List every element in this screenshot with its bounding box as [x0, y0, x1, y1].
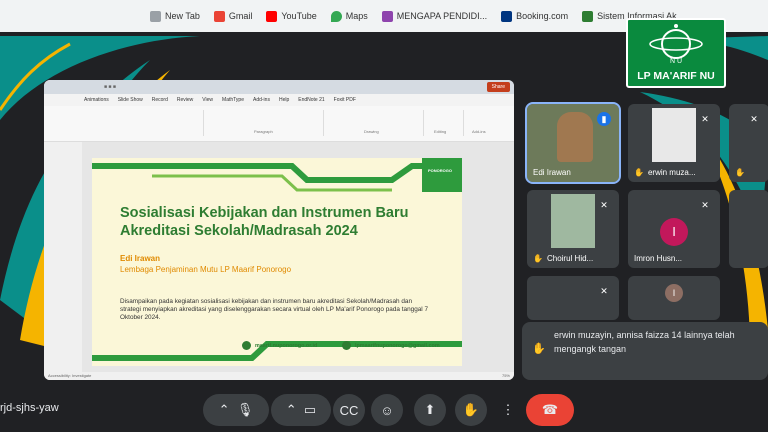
participant-name: Edi Irawan	[533, 168, 571, 177]
ribbon-group-font	[84, 110, 204, 136]
avatar: I	[665, 284, 683, 302]
participant-name: Imron Husn...	[634, 254, 683, 263]
hand-icon: ✋	[462, 402, 480, 417]
mic-off-icon: ✕	[701, 114, 709, 124]
tab-view[interactable]: View	[202, 97, 213, 103]
slide-title: Sosialisasi Kebijakan dan Instrumen Baru…	[120, 205, 409, 239]
current-slide: PONOROGO Sosialisasi Kebijakan dan Instr…	[92, 158, 462, 366]
participant-tile-edi[interactable]: ▮ Edi Irawan	[525, 102, 621, 184]
page-icon	[150, 10, 161, 22]
slide-description: Disampaikan pada kegiatan sosialisasi ke…	[120, 298, 429, 321]
mic-off-icon: ✕	[600, 286, 608, 296]
emoji-icon: ☺	[380, 402, 394, 418]
camera-button[interactable]: ⌃ ▭	[271, 394, 331, 426]
participant-name: ✋ Choirul Hid...	[533, 254, 594, 263]
tab-mathtype[interactable]: MathType	[222, 97, 244, 103]
microphone-button[interactable]: ⌃ 🎙	[203, 394, 269, 426]
bookmark-maps[interactable]: Maps	[330, 10, 368, 22]
raised-hand-icon: ✋	[634, 168, 644, 177]
site-icon	[381, 10, 393, 22]
camera-icon: ▭	[303, 402, 317, 417]
captions-icon: CC	[339, 402, 359, 418]
bookmark-youtube[interactable]: YouTube	[266, 10, 317, 22]
lp-maarif-nu-logo: N U LP MA'ARIF NU	[626, 18, 726, 88]
globe-icon	[242, 341, 251, 350]
mail-icon	[342, 341, 351, 350]
ribbon-group-editing: Editing	[424, 110, 464, 136]
gmail-icon	[213, 10, 225, 22]
participant-tile-choirul[interactable]: ✕ ✋ Choirul Hid...	[527, 190, 619, 268]
participant-tile-erwin[interactable]: ✕ ✋ erwin muza...	[628, 104, 720, 182]
more-vert-icon: ⋮	[501, 402, 515, 417]
mic-off-icon: ✕	[750, 114, 758, 124]
maps-icon	[330, 10, 342, 22]
brand-label: PONOROGO	[427, 168, 452, 173]
slide-thumbnails[interactable]	[44, 142, 82, 372]
slide-presenter: Edi Irawan	[120, 254, 161, 263]
tab-endnote[interactable]: EndNote 21	[298, 97, 324, 103]
participant-tile-6[interactable]	[729, 190, 768, 268]
site-icon	[582, 10, 594, 22]
mic-icon: 🎙	[236, 402, 254, 417]
participant-name: ✋ erwin muza...	[634, 168, 696, 177]
more-options-button[interactable]: ⋮	[496, 394, 520, 426]
phone-hangup-icon: ☎	[541, 402, 559, 417]
ribbon-group-paragraph: Paragraph	[204, 110, 324, 136]
raise-hand-button[interactable]: ✋	[455, 394, 487, 426]
bookmark-booking[interactable]: Booking.com	[501, 10, 568, 22]
chevron-up-icon: ⌃	[285, 402, 297, 417]
share-button[interactable]: Share	[486, 82, 510, 92]
participant-video	[652, 108, 696, 162]
participant-tile-7[interactable]: ✕	[527, 276, 619, 320]
ppt-statusbar: Accessibility: Investigate 75%	[44, 372, 514, 380]
present-button[interactable]: ⬆	[414, 394, 446, 426]
booking-icon	[501, 10, 513, 22]
bookmark-new-tab[interactable]: New Tab	[150, 10, 200, 22]
participant-tile-8[interactable]: I	[628, 276, 720, 320]
meeting-controls: rjd-sjhs-yaw ⌃ 🎙 ⌃ ▭ CC ☺ ⬆ ✋ ⋮ ☎	[0, 386, 768, 432]
ppt-ribbon-tabs: Animations Slide Show Record Review View…	[44, 94, 514, 106]
ribbon-group-add-ins: Add-ins	[472, 129, 486, 134]
ppt-ribbon: Paragraph Drawing Editing Add-ins	[44, 106, 514, 142]
tab-record[interactable]: Record	[152, 97, 168, 103]
participant-video	[551, 194, 595, 248]
tab-review[interactable]: Review	[177, 97, 193, 103]
participant-video	[557, 112, 593, 162]
tab-foxit[interactable]: Foxit PDF	[334, 97, 356, 103]
tab-help[interactable]: Help	[279, 97, 289, 103]
ppt-titlebar: ■ ■ ■	[44, 80, 514, 94]
present-icon: ⬆	[424, 402, 436, 417]
bookmark-mengapa[interactable]: MENGAPA PENDIDI...	[381, 10, 487, 22]
chevron-up-icon: ⌃	[218, 402, 230, 417]
end-call-button[interactable]: ☎	[526, 394, 574, 426]
slide-email: lpmaarifnuponorogo@gmail.com	[342, 341, 440, 350]
raised-hands-notification[interactable]: ✋ erwin muzayin, annisa faizza 14 lainny…	[522, 322, 768, 380]
slide-website: maarif.nuponorogo.or.id	[242, 341, 317, 350]
speaking-indicator-icon: ▮	[597, 112, 611, 126]
mic-off-icon: ✕	[701, 200, 709, 210]
youtube-icon	[266, 10, 278, 22]
emoji-button[interactable]: ☺	[371, 394, 403, 426]
meeting-code: rjd-sjhs-yaw	[0, 402, 59, 414]
raised-hand-icon: ✋	[532, 343, 546, 355]
raised-hand-icon: ✋	[735, 168, 745, 177]
ribbon-group-drawing: Drawing	[324, 110, 424, 136]
slide-organization: Lembaga Penjaminan Mutu LP Maarif Ponoro…	[120, 265, 292, 274]
bookmark-gmail[interactable]: Gmail	[213, 10, 252, 22]
raised-hand-icon: ✋	[533, 254, 543, 263]
participant-name: ✋	[735, 168, 745, 177]
tab-animations[interactable]: Animations	[84, 97, 109, 103]
participant-tile-3[interactable]: ✕ ✋	[729, 104, 768, 182]
participant-tile-imron[interactable]: I ✕ Imron Husn...	[628, 190, 720, 268]
captions-button[interactable]: CC	[333, 394, 365, 426]
tab-add-ins[interactable]: Add-ins	[253, 97, 270, 103]
avatar: I	[660, 218, 688, 246]
tab-slide-show[interactable]: Slide Show	[118, 97, 143, 103]
mic-off-icon: ✕	[600, 200, 608, 210]
